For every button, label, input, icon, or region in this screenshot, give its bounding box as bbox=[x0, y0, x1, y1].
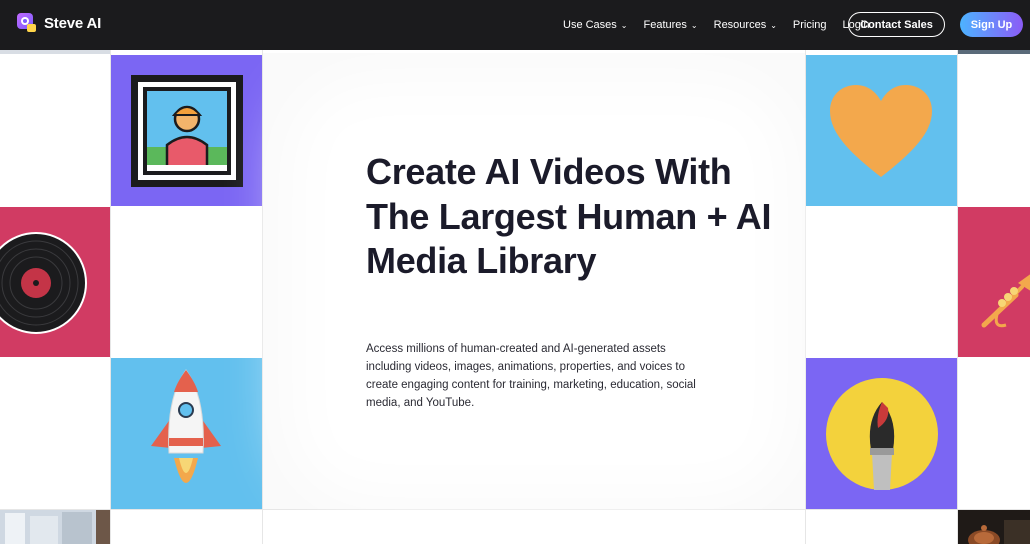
nav-pricing-label: Pricing bbox=[792, 19, 827, 31]
chevron-down-icon: ⌄ bbox=[690, 20, 698, 30]
tile-framed-portrait bbox=[111, 55, 262, 206]
brand-name: Steve AI bbox=[44, 14, 102, 32]
nav-use-cases[interactable]: Use Cases ⌄ bbox=[563, 19, 628, 31]
grid-divider bbox=[0, 509, 1030, 510]
tile-heart bbox=[806, 55, 957, 206]
nav-features-label: Features bbox=[643, 19, 687, 31]
framed-portrait-icon bbox=[111, 55, 262, 206]
contact-sales-button[interactable]: Contact Sales bbox=[848, 12, 945, 37]
steve-ai-logo-icon bbox=[16, 12, 38, 34]
sign-up-button[interactable]: Sign Up bbox=[960, 12, 1023, 37]
trumpet-icon bbox=[958, 207, 1030, 357]
heart-icon bbox=[806, 55, 957, 206]
nav-resources-label: Resources bbox=[713, 19, 767, 31]
brand-logo[interactable]: Steve AI bbox=[16, 12, 101, 34]
edge-image-strip bbox=[958, 50, 1030, 54]
tile-rocket bbox=[111, 358, 262, 509]
top-navbar: Steve AI Use Cases ⌄ Features ⌄ Resource… bbox=[0, 0, 1030, 50]
hero-description: Access millions of human-created and AI-… bbox=[366, 343, 696, 409]
hero-title: Create AI Videos With The Largest Human … bbox=[366, 151, 772, 281]
edge-photo-tile bbox=[958, 510, 1030, 544]
nav-pricing[interactable]: Pricing bbox=[793, 19, 827, 31]
nav-links: Use Cases ⌄ Features ⌄ Resources ⌄ Prici… bbox=[563, 0, 885, 50]
chevron-down-icon: ⌄ bbox=[620, 20, 628, 30]
paintbrush-icon bbox=[806, 358, 957, 509]
chevron-down-icon: ⌄ bbox=[770, 20, 777, 30]
edge-image-strip bbox=[0, 50, 110, 54]
tile-trumpet bbox=[958, 207, 1030, 357]
vinyl-record-icon bbox=[0, 207, 110, 357]
nav-resources[interactable]: Resources ⌄ bbox=[714, 19, 777, 31]
edge-photo-tile bbox=[0, 510, 110, 544]
tile-vinyl-record bbox=[0, 207, 110, 357]
rocket-icon bbox=[111, 358, 262, 509]
tile-paintbrush bbox=[806, 358, 957, 509]
nav-use-cases-label: Use Cases bbox=[563, 19, 617, 31]
nav-features[interactable]: Features ⌄ bbox=[644, 19, 698, 31]
